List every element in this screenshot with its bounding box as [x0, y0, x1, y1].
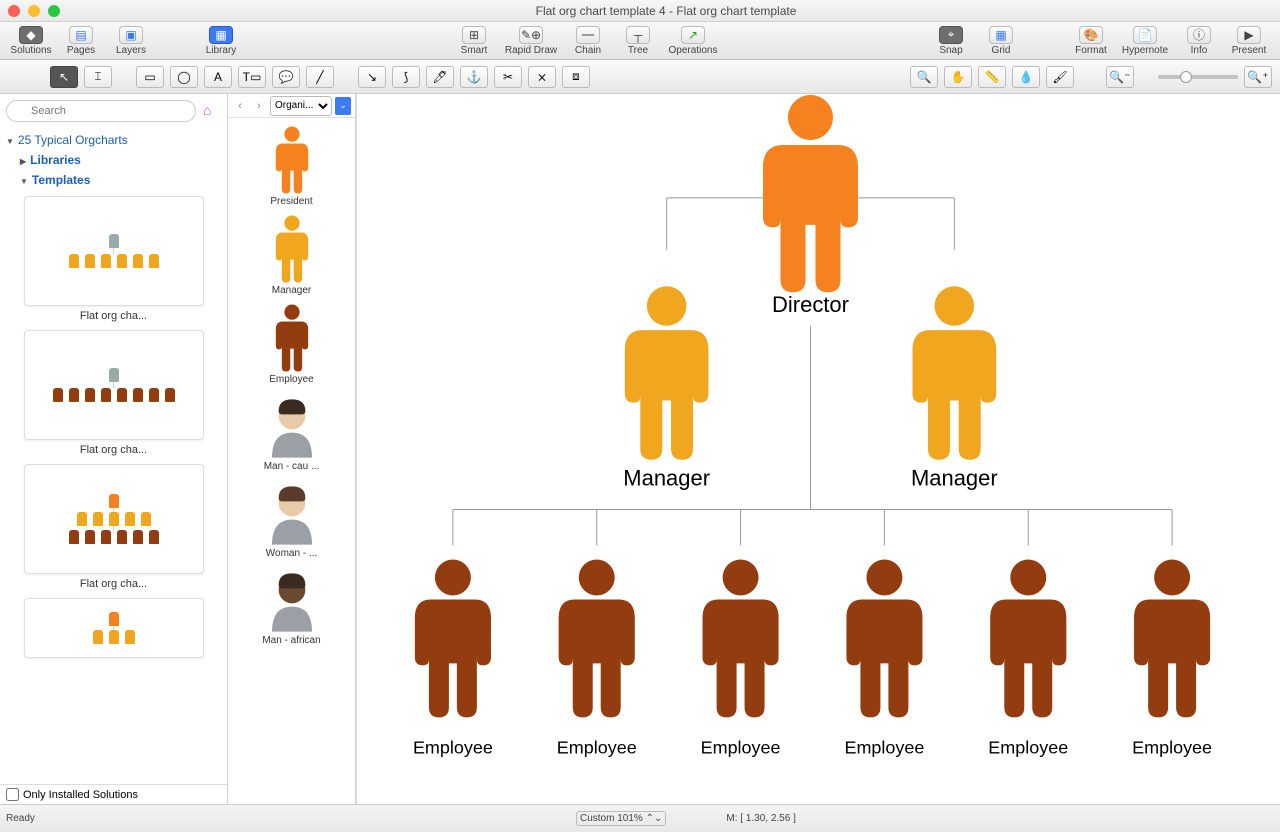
highlighter-tool[interactable]: 🖊: [426, 66, 454, 88]
node-label: Employee: [701, 737, 781, 757]
rect-tool[interactable]: ▭: [136, 66, 164, 88]
snap-button[interactable]: ⌖Snap: [926, 23, 976, 59]
present-button[interactable]: ▶Present: [1224, 23, 1274, 59]
template-thumb[interactable]: Flat org cha...: [8, 330, 219, 456]
only-installed-check[interactable]: [6, 788, 19, 801]
node-label: Manager: [623, 466, 710, 491]
org-chart: Director Manager Manager Employee Employ…: [357, 94, 1280, 804]
eyedropper-tool[interactable]: 💧: [1012, 66, 1040, 88]
library-button[interactable]: ▦Library: [196, 23, 246, 59]
nav-forward-icon[interactable]: ›: [251, 98, 267, 114]
shape-item[interactable]: Man - african: [228, 565, 355, 646]
scissor-tool[interactable]: ✂: [494, 66, 522, 88]
textbox-tool[interactable]: T▭: [238, 66, 266, 88]
person-icon[interactable]: [1134, 559, 1210, 717]
person-icon[interactable]: [763, 95, 858, 292]
close-window-button[interactable]: [8, 5, 20, 17]
text-cursor-tool[interactable]: ⌶: [84, 66, 112, 88]
text-tool[interactable]: A: [204, 66, 232, 88]
anchor-tool[interactable]: ⚓: [460, 66, 488, 88]
line-tool[interactable]: ╱: [306, 66, 334, 88]
template-thumb[interactable]: Flat org cha...: [8, 196, 219, 322]
tree-libraries[interactable]: Libraries: [20, 150, 221, 170]
template-thumb[interactable]: Flat org cha...: [8, 464, 219, 590]
tree-templates[interactable]: Templates: [20, 170, 221, 190]
tool-row: ↖ ⌶ ▭ ◯ A T▭ 💬 ╱ ↘ ⟆ 🖊 ⚓ ✂ ⨯ ⧈ 🔍 ✋ 📏 💧 🖌…: [0, 60, 1280, 94]
shape-item[interactable]: Employee: [228, 302, 355, 385]
operations-button[interactable]: ↗Operations: [663, 23, 723, 59]
shapes-menu-button[interactable]: ⌄: [335, 97, 351, 115]
brush-tool[interactable]: 🖌: [1046, 66, 1074, 88]
window-controls: [8, 5, 60, 17]
measure-tool[interactable]: 📏: [978, 66, 1006, 88]
person-icon[interactable]: [990, 559, 1066, 717]
templates-list: Flat org cha... Flat org cha... Flat org…: [0, 192, 227, 784]
hypernote-button[interactable]: 📄Hypernote: [1116, 23, 1174, 59]
shape-item[interactable]: Man - cau ...: [228, 391, 355, 472]
mouse-coords: M: [ 1.30, 2.56 ]: [726, 813, 795, 824]
smart-button[interactable]: ⊞Smart: [449, 23, 499, 59]
tree-root[interactable]: 25 Typical Orgcharts: [6, 130, 221, 150]
ellipse-tool[interactable]: ◯: [170, 66, 198, 88]
layers-button[interactable]: ▣Layers: [106, 23, 156, 59]
chain-button[interactable]: ⎯⎯Chain: [563, 23, 613, 59]
person-icon[interactable]: [625, 286, 709, 460]
person-icon[interactable]: [559, 559, 635, 717]
zoom-in-button[interactable]: 🔍⁺: [1244, 66, 1272, 88]
shape-item[interactable]: President: [228, 124, 355, 207]
node-label: Director: [772, 292, 849, 317]
solutions-button[interactable]: ◆Solutions: [6, 23, 56, 59]
node-label: Manager: [911, 466, 998, 491]
template-label: Flat org cha...: [8, 578, 219, 590]
cut-tool[interactable]: ⨯: [528, 66, 556, 88]
zoom-slider[interactable]: [1158, 75, 1238, 79]
window-title: Flat org chart template 4 - Flat org cha…: [60, 4, 1272, 18]
main-toolbar: ◆Solutions ▤Pages ▣Layers ▦Library ⊞Smar…: [0, 22, 1280, 60]
person-icon[interactable]: [415, 559, 491, 717]
connector-tool[interactable]: ↘: [358, 66, 386, 88]
node-label: Employee: [988, 737, 1068, 757]
main-area: ⌂ 25 Typical Orgcharts Libraries Templat…: [0, 94, 1280, 804]
person-icon[interactable]: [913, 286, 997, 460]
template-label: Flat org cha...: [8, 444, 219, 456]
shape-item[interactable]: Woman - ...: [228, 478, 355, 559]
home-icon[interactable]: ⌂: [203, 102, 221, 120]
pages-button[interactable]: ▤Pages: [56, 23, 106, 59]
solutions-panel: ⌂ 25 Typical Orgcharts Libraries Templat…: [0, 94, 228, 804]
template-thumb[interactable]: [8, 598, 219, 658]
minimize-window-button[interactable]: [28, 5, 40, 17]
person-icon[interactable]: [846, 559, 922, 717]
zoom-tool[interactable]: 🔍: [910, 66, 938, 88]
rapid-draw-button[interactable]: ✎⊕Rapid Draw: [499, 23, 563, 59]
zoom-out-button[interactable]: 🔍⁻: [1106, 66, 1134, 88]
format-button[interactable]: 🎨Format: [1066, 23, 1116, 59]
callout-tool[interactable]: 💬: [272, 66, 300, 88]
info-button[interactable]: ⓘInfo: [1174, 23, 1224, 59]
node-label: Employee: [557, 737, 637, 757]
only-installed-checkbox[interactable]: Only Installed Solutions: [0, 784, 227, 804]
grid-button[interactable]: ▦Grid: [976, 23, 1026, 59]
nav-back-icon[interactable]: ‹: [232, 98, 248, 114]
curve-tool[interactable]: ⟆: [392, 66, 420, 88]
template-label: Flat org cha...: [8, 310, 219, 322]
status-ready: Ready: [6, 813, 206, 824]
shapes-library-selector[interactable]: Organi...: [270, 96, 332, 116]
crop-tool[interactable]: ⧈: [562, 66, 590, 88]
node-label: Employee: [1132, 737, 1212, 757]
node-label: Employee: [844, 737, 924, 757]
pan-tool[interactable]: ✋: [944, 66, 972, 88]
pointer-tool[interactable]: ↖: [50, 66, 78, 88]
person-icon[interactable]: [703, 559, 779, 717]
statusbar: Ready Custom 101% ⌃⌄ M: [ 1.30, 2.56 ]: [0, 804, 1280, 832]
maximize-window-button[interactable]: [48, 5, 60, 17]
node-label: Employee: [413, 737, 493, 757]
search-input[interactable]: [6, 100, 196, 122]
titlebar: Flat org chart template 4 - Flat org cha…: [0, 0, 1280, 22]
canvas[interactable]: Director Manager Manager Employee Employ…: [356, 94, 1280, 804]
shape-item[interactable]: Manager: [228, 213, 355, 296]
tree-button[interactable]: ┬Tree: [613, 23, 663, 59]
shapes-panel: ‹ › Organi... ⌄ President Manager Employ…: [228, 94, 356, 804]
zoom-select[interactable]: Custom 101% ⌃⌄: [576, 811, 666, 826]
